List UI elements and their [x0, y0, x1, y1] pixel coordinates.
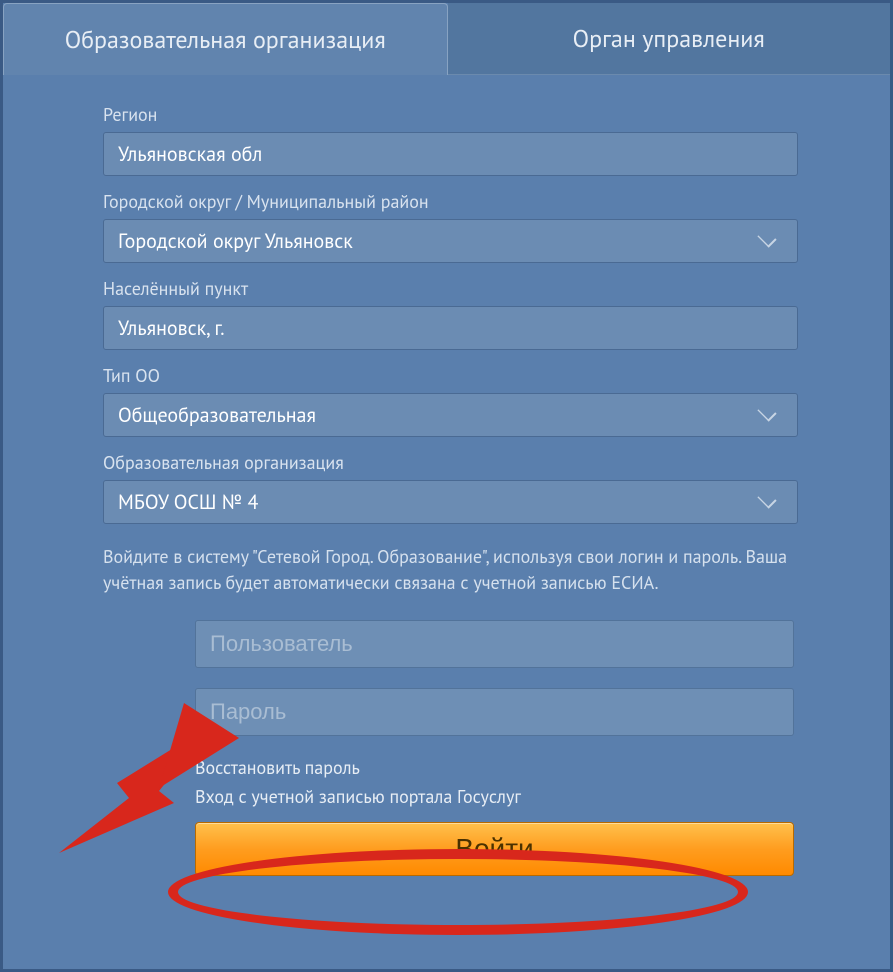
field-label: Тип ОО — [103, 364, 798, 387]
field-region: Регион Ульяновская обл — [103, 103, 798, 176]
link-text: Вход с учетной записью портала Госуслуг — [195, 785, 521, 808]
username-input[interactable] — [195, 620, 794, 668]
chevron-down-icon — [759, 497, 779, 509]
credentials-block: Восстановить пароль Вход с учетной запис… — [103, 620, 798, 876]
tab-label: Орган управления — [573, 23, 765, 54]
field-ootype: Тип ОО Общеобразовательная — [103, 364, 798, 437]
link-text: Восстановить пароль — [195, 756, 360, 779]
tab-governing-body[interactable]: Орган управления — [448, 3, 891, 75]
password-input[interactable] — [195, 688, 794, 736]
locality-select[interactable]: Ульяновск, г. — [103, 306, 798, 350]
select-value: Общеобразовательная — [118, 402, 316, 428]
tab-educational-org[interactable]: Образовательная организация — [3, 3, 448, 75]
button-label: Войти — [455, 833, 533, 864]
recover-password-link[interactable]: Восстановить пароль — [195, 756, 794, 779]
tab-bar: Образовательная организация Орган управл… — [3, 3, 890, 75]
login-button-wrap: Войти — [195, 822, 794, 876]
field-label: Образовательная организация — [103, 451, 798, 474]
tab-label: Образовательная организация — [65, 24, 386, 55]
chevron-down-icon — [759, 236, 779, 248]
district-select[interactable]: Городской округ Ульяновск — [103, 219, 798, 263]
form-area: Регион Ульяновская обл Городской округ /… — [3, 75, 890, 876]
field-locality: Населённый пункт Ульяновск, г. — [103, 277, 798, 350]
login-panel: Образовательная организация Орган управл… — [0, 0, 893, 972]
field-label: Регион — [103, 103, 798, 126]
login-button[interactable]: Войти — [195, 822, 794, 876]
org-select[interactable]: МБОУ ОСШ № 4 — [103, 480, 798, 524]
chevron-down-icon — [759, 410, 779, 422]
info-text: Войдите в систему "Сетевой Город. Образо… — [103, 544, 798, 596]
ootype-select[interactable]: Общеобразовательная — [103, 393, 798, 437]
field-district: Городской округ / Муниципальный район Го… — [103, 190, 798, 263]
field-org: Образовательная организация МБОУ ОСШ № 4 — [103, 451, 798, 524]
region-select[interactable]: Ульяновская обл — [103, 132, 798, 176]
field-label: Населённый пункт — [103, 277, 798, 300]
select-value: Ульяновск, г. — [118, 315, 225, 341]
select-value: Ульяновская обл — [118, 141, 262, 167]
field-label: Городской округ / Муниципальный район — [103, 190, 798, 213]
gosuslugi-login-link[interactable]: Вход с учетной записью портала Госуслуг — [195, 785, 794, 808]
select-value: Городской округ Ульяновск — [118, 228, 353, 254]
select-value: МБОУ ОСШ № 4 — [118, 489, 258, 515]
